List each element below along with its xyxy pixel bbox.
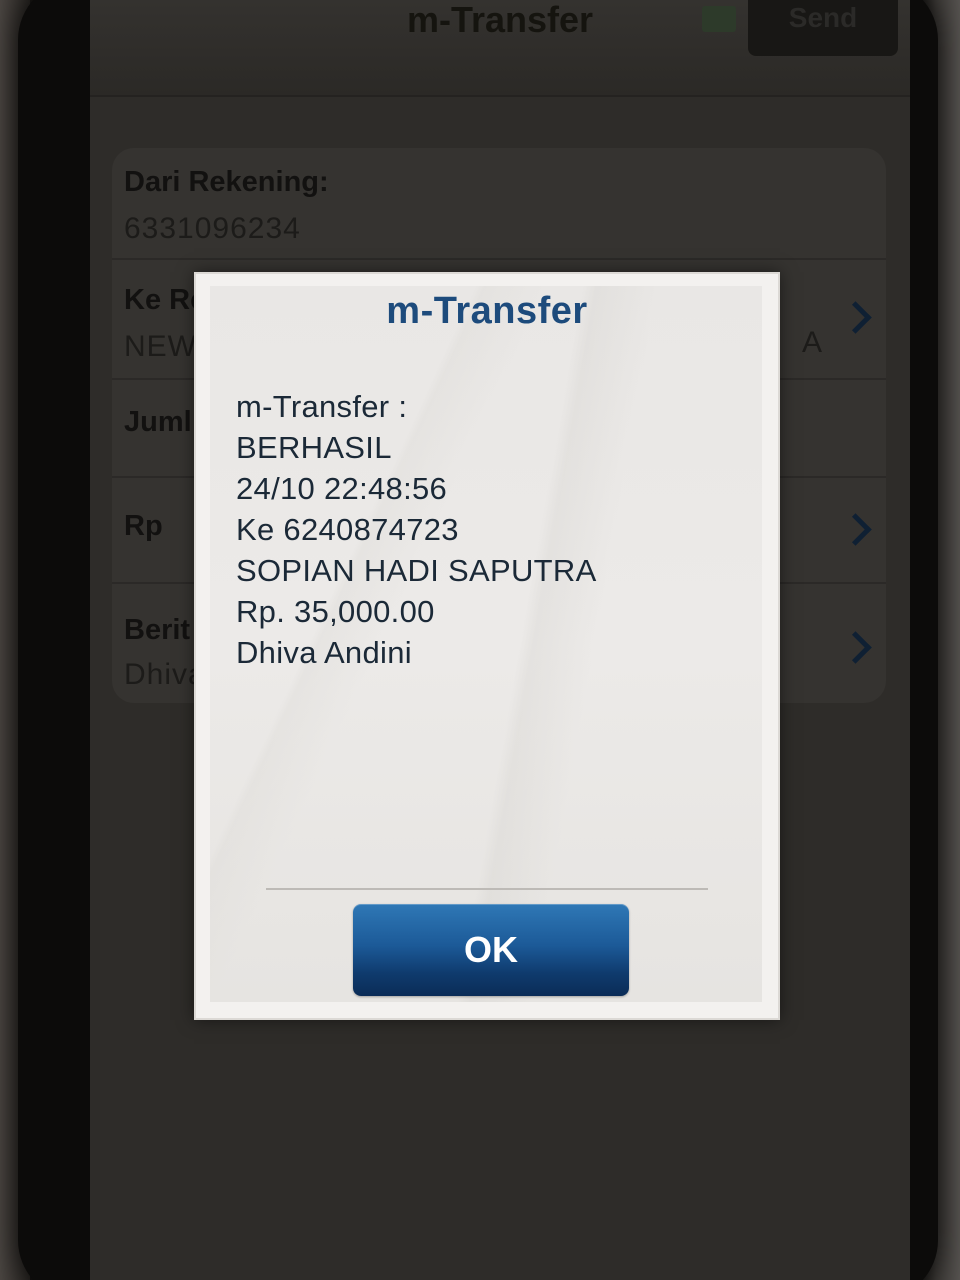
send-button[interactable]: Send [748,0,898,56]
message-line: Rp. 35,000.00 [236,594,435,629]
dialog-title: m-Transfer [386,290,588,332]
message-line: SOPIAN HADI SAPUTRA [236,553,597,588]
chevron-right-icon [839,301,872,334]
transfer-result-dialog: m-Transfer m-Transfer : BERHASIL 24/10 2… [194,272,780,1020]
chevron-right-icon [839,631,872,664]
currency-label: Rp [124,510,163,542]
from-account-label: Dari Rekening: [124,166,329,198]
to-account-value-right: A [802,326,823,359]
signal-icon [702,6,736,32]
amount-label: Juml [124,406,192,438]
dialog-message: m-Transfer : BERHASIL 24/10 22:48:56 Ke … [236,386,756,673]
photo-stage: m-Transfer Send Dari Rekening: 633109623… [0,0,960,1280]
message-line: Ke 6240874723 [236,512,459,547]
message-line: 24/10 22:48:56 [236,471,448,506]
from-account-row[interactable]: Dari Rekening: 6331096234 [112,148,886,260]
to-account-value: NEW [124,330,197,363]
message-line: Dhiva Andini [236,635,412,670]
from-account-value: 6331096234 [124,212,301,245]
ok-button[interactable]: OK [353,904,629,996]
message-line: BERHASIL [236,430,392,465]
message-label: Berit [124,614,191,646]
dialog-divider [266,888,708,890]
app-bar: m-Transfer Send [90,0,910,97]
message-line: m-Transfer : [236,389,408,424]
chevron-right-icon [839,513,872,546]
